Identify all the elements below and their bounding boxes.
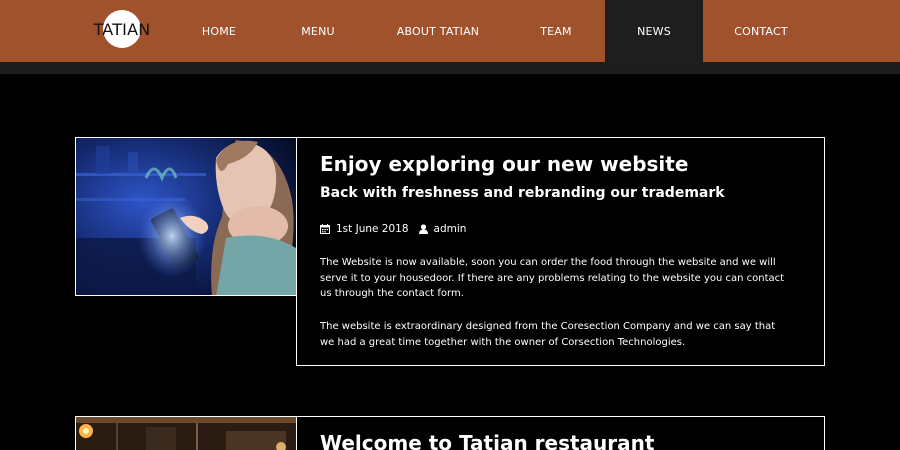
news-post: Welcome to Tatian restaurant bbox=[75, 416, 825, 450]
site-logo[interactable]: TATIAN bbox=[93, 10, 151, 50]
nav-about-tatian[interactable]: ABOUT TATIAN bbox=[388, 0, 488, 62]
nav-team[interactable]: TEAM bbox=[526, 0, 586, 62]
post-image-illustration bbox=[76, 138, 296, 295]
post-paragraph: The Website is now available, soon you c… bbox=[320, 257, 785, 299]
post-image-illustration bbox=[76, 417, 296, 450]
post-title[interactable]: Welcome to Tatian restaurant bbox=[320, 431, 654, 450]
post-title[interactable]: Enjoy exploring our new website bbox=[320, 152, 688, 176]
user-icon bbox=[418, 224, 428, 234]
post-author[interactable]: admin bbox=[434, 223, 467, 235]
post-content-box: Welcome to Tatian restaurant bbox=[296, 416, 825, 450]
post-meta: 1st June 2018 admin bbox=[320, 223, 466, 235]
post-content-box: Enjoy exploring our new website Back wit… bbox=[296, 137, 825, 366]
nav-news[interactable]: NEWS bbox=[605, 0, 703, 62]
post-subtitle: Back with freshness and rebranding our t… bbox=[320, 185, 725, 201]
post-paragraph: The website is extraordinary designed fr… bbox=[320, 321, 776, 348]
header-shadow-strip bbox=[0, 62, 900, 74]
post-image-woman-with-tablet bbox=[75, 137, 297, 296]
post-image-restaurant-interior bbox=[75, 416, 297, 450]
news-post: Enjoy exploring our new website Back wit… bbox=[75, 137, 825, 366]
nav-contact[interactable]: CONTACT bbox=[726, 0, 796, 62]
nav-menu[interactable]: MENU bbox=[288, 0, 348, 62]
nav-home[interactable]: HOME bbox=[188, 0, 250, 62]
calendar-icon bbox=[320, 224, 330, 234]
post-date: 1st June 2018 bbox=[336, 223, 409, 235]
logo-text: TATIAN bbox=[93, 20, 151, 39]
